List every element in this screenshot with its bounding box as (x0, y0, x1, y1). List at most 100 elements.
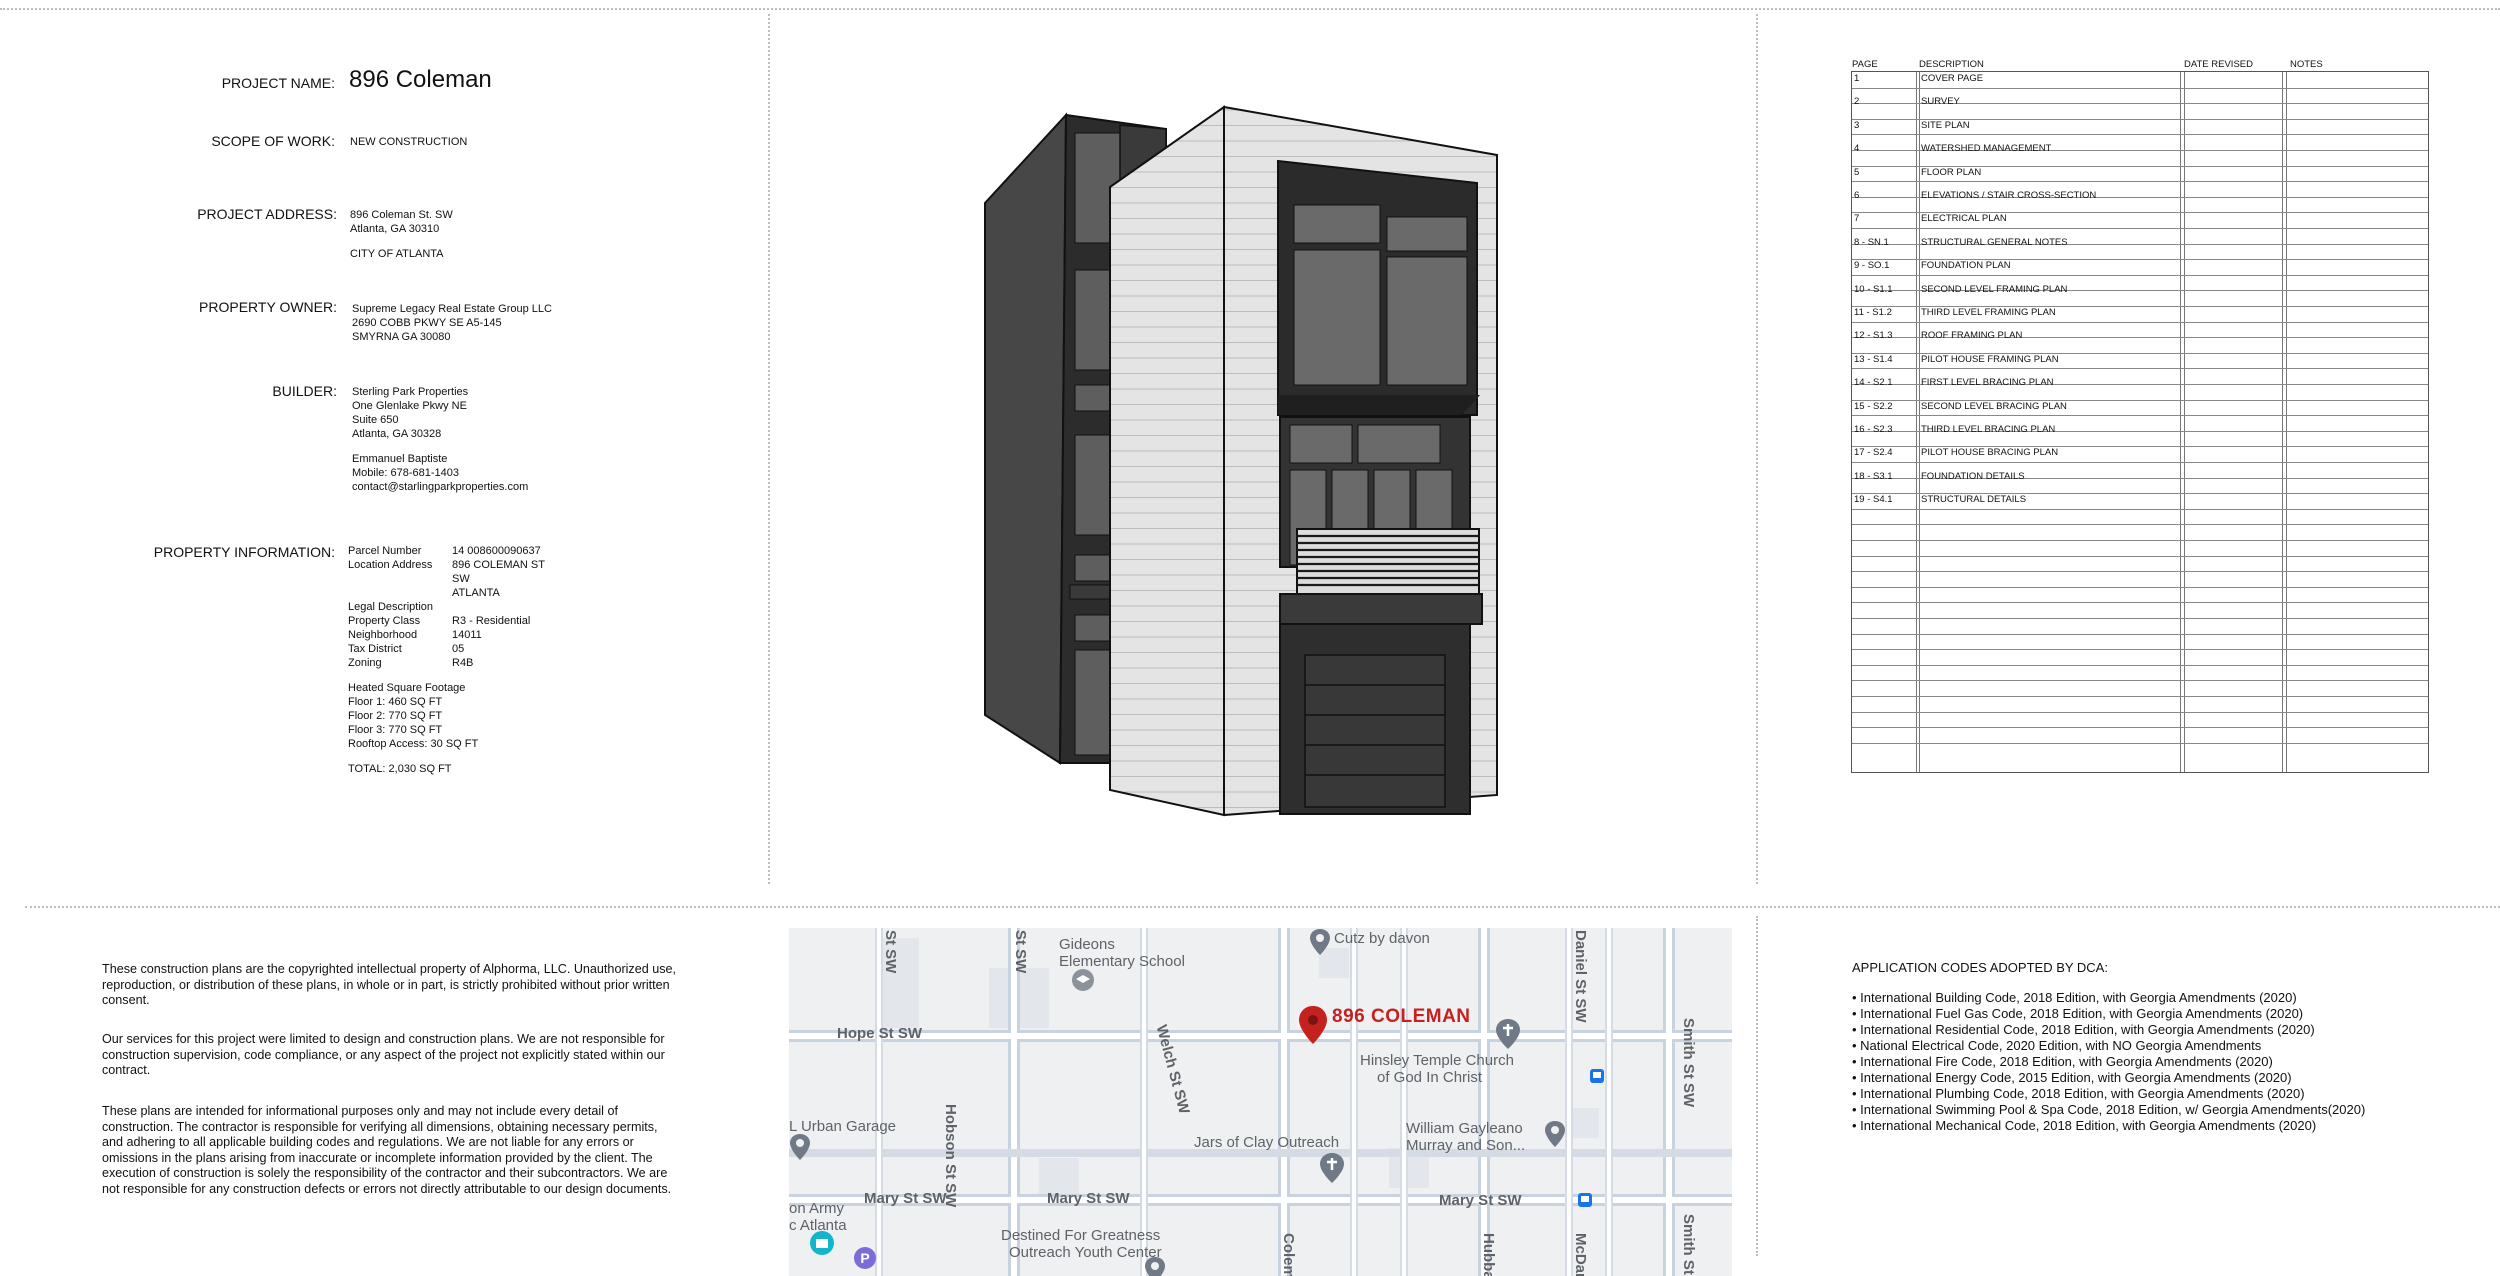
index-description: STRUCTURAL GENERAL NOTES (1921, 236, 2068, 248)
index-description: ELECTRICAL PLAN (1921, 213, 2007, 225)
info-table: Parcel Number 14 008600090637 Location Add… (348, 544, 545, 670)
index-grid-line (1852, 618, 2428, 619)
street-mcdan: McDan (1572, 1233, 1589, 1276)
place-urban-garage[interactable]: L Urban Garage (789, 1118, 896, 1135)
middle-divider (25, 906, 2500, 908)
info-row: Location Address 896 COLEMAN ST (348, 558, 545, 572)
index-description: PILOT HOUSE FRAMING PLAN (1921, 353, 2059, 365)
info-key: Legal Description (348, 601, 433, 613)
index-grid-line (1852, 680, 2428, 682)
index-grid-line (1852, 321, 2428, 323)
index-page-number: 8 - SN.1 (1854, 236, 1889, 248)
sqft-floor-2: Floor 2: 770 SQ FT (348, 710, 443, 722)
index-description: THIRD LEVEL BRACING PLAN (1921, 424, 2056, 435)
street-smith-bottom: Smith St (1680, 1214, 1697, 1275)
index-grid-line (1852, 415, 2428, 417)
place-hinsley-line1[interactable]: Hinsley Temple Church (1360, 1052, 1514, 1069)
bus-stop-icon[interactable] (1589, 1068, 1605, 1084)
sqft-floor-1: Floor 1: 460 SQ FT (348, 696, 443, 708)
index-page-number: 14 - S2.1 (1854, 377, 1893, 389)
place-marker-icon[interactable] (1309, 928, 1331, 956)
info-row: Tax District 05 (348, 642, 478, 656)
place-william-line2[interactable]: Murray and Son... (1406, 1137, 1525, 1154)
codes-title: APPLICATION CODES ADOPTED BY DCA: (1852, 960, 2108, 975)
info-row: Parcel Number 14 008600090637 (348, 544, 541, 558)
street-mary-left: Mary St SW (864, 1190, 947, 1207)
property-owner-label: PROPERTY OWNER: (199, 299, 337, 315)
street-hubba: Hubba (1480, 1233, 1497, 1276)
place-cutz[interactable]: Cutz by davon (1334, 930, 1430, 947)
info-row: Neighborhood 14011 (348, 628, 482, 642)
builder-line-3: Suite 650 (352, 414, 399, 426)
contact-email[interactable]: contact@starlingparkproperties.com (352, 480, 528, 494)
contact-mobile: Mobile: 678-681-1403 (352, 467, 460, 479)
street-colem: Colem (1280, 1233, 1297, 1276)
parking-icon[interactable]: P (853, 1246, 877, 1270)
sqft-floor-3: Floor 3: 770 SQ FT (348, 724, 443, 736)
index-grid-line (1852, 274, 2428, 276)
index-page-number: 7 (1854, 213, 1860, 225)
bus-stop-icon[interactable] (1577, 1192, 1593, 1208)
place-hinsley-line2[interactable]: of God In Christ (1377, 1069, 1482, 1086)
church-icon[interactable] (1495, 1018, 1521, 1050)
index-page-number: 15 - S2.2 (1854, 400, 1893, 412)
index-description: FIRST LEVEL BRACING PLAN (1921, 377, 2054, 389)
church-icon[interactable] (1319, 1152, 1345, 1184)
index-header-page: PAGE (1852, 59, 1878, 70)
builder-line-1: Sterling Park Properties (352, 386, 469, 398)
info-row: SW (348, 572, 478, 586)
index-grid-line (1852, 696, 2428, 697)
store-icon[interactable] (809, 1230, 835, 1256)
index-grid-line (1852, 602, 2428, 604)
place-destined-line1[interactable]: Destined For Greatness (1001, 1227, 1160, 1244)
place-william-line1[interactable]: William Gayleano (1406, 1120, 1523, 1137)
index-table: 1 COVER PAGE 2 SURVEY 3 SITE PLAN 4 WATERSHED M… (1851, 71, 2429, 773)
location-map[interactable]: 896 COLEMAN Cutz by davon Gideons Elemen… (789, 928, 1732, 1276)
info-value: 896 COLEMAN ST (452, 559, 545, 571)
place-gideons-line1[interactable]: Gideons (1059, 936, 1115, 953)
place-marker-icon[interactable] (1544, 1120, 1566, 1148)
index-header-date-revised: DATE REVISED (2184, 59, 2253, 70)
index-grid-line (1852, 571, 2428, 573)
property-owner: Supreme Legacy Real Estate Group LLC 269… (352, 302, 552, 344)
project-address: 896 Coleman St. SW Atlanta, GA 30310 CIT… (350, 208, 453, 261)
info-value: R3 - Residential (452, 615, 531, 627)
index-description: THIRD LEVEL FRAMING PLAN (1921, 307, 2056, 318)
address-city: CITY OF ATLANTA (350, 248, 444, 260)
index-description: FOUNDATION DETAILS (1921, 470, 2025, 482)
index-page-number: 18 - S3.1 (1854, 470, 1893, 482)
info-key: Parcel Number (348, 545, 422, 557)
index-grid-line (1852, 742, 2428, 744)
divider-right-bottom (1756, 916, 1758, 1256)
code-item: • International Fire Code, 2018 Edition,… (1852, 1054, 2273, 1069)
index-grid-line (1852, 586, 2428, 588)
place-jars-of-clay[interactable]: Jars of Clay Outreach (1194, 1134, 1339, 1151)
place-destined-line2[interactable]: Outreach Youth Center (1009, 1244, 1162, 1261)
school-icon[interactable] (1071, 968, 1095, 992)
index-description: SECOND LEVEL BRACING PLAN (1921, 400, 2067, 412)
info-key: Neighborhood (348, 629, 418, 641)
street-mary-right: Mary St SW (1439, 1192, 1522, 1209)
sqft-total: TOTAL: 2,030 SQ FT (348, 763, 452, 775)
map-pin-label[interactable]: 896 COLEMAN (1332, 1006, 1471, 1028)
index-page-number: 12 - S1.3 (1854, 330, 1893, 342)
code-item: • National Electrical Code, 2020 Edition… (1852, 1038, 2262, 1053)
index-grid-line (1852, 540, 2428, 541)
place-army-line1[interactable]: on Army (789, 1200, 844, 1217)
map-pin-icon[interactable] (1297, 1004, 1329, 1046)
index-page-number: 16 - S2.3 (1854, 424, 1893, 435)
street-st-sw-b: St SW (1012, 930, 1029, 974)
place-marker-icon[interactable] (1144, 1256, 1166, 1276)
info-key: Zoning (348, 657, 382, 669)
contact-name: Emmanuel Baptiste (352, 453, 448, 465)
application-codes: APPLICATION CODES ADOPTED BY DCA: • Inte… (1852, 960, 2365, 1134)
place-marker-icon[interactable] (789, 1133, 811, 1161)
street-hobson: Hobson St SW (942, 1104, 959, 1208)
info-value: ATLANTA (452, 587, 500, 599)
info-value: 14 008600090637 (452, 545, 541, 557)
sqft-rooftop: Rooftop Access: 30 SQ FT (348, 738, 479, 750)
info-key: Property Class (348, 615, 421, 627)
index-page-number: 17 - S2.4 (1854, 447, 1893, 459)
index-page-number: 1 (1854, 73, 1860, 84)
owner-line-1: Supreme Legacy Real Estate Group LLC (352, 303, 552, 315)
